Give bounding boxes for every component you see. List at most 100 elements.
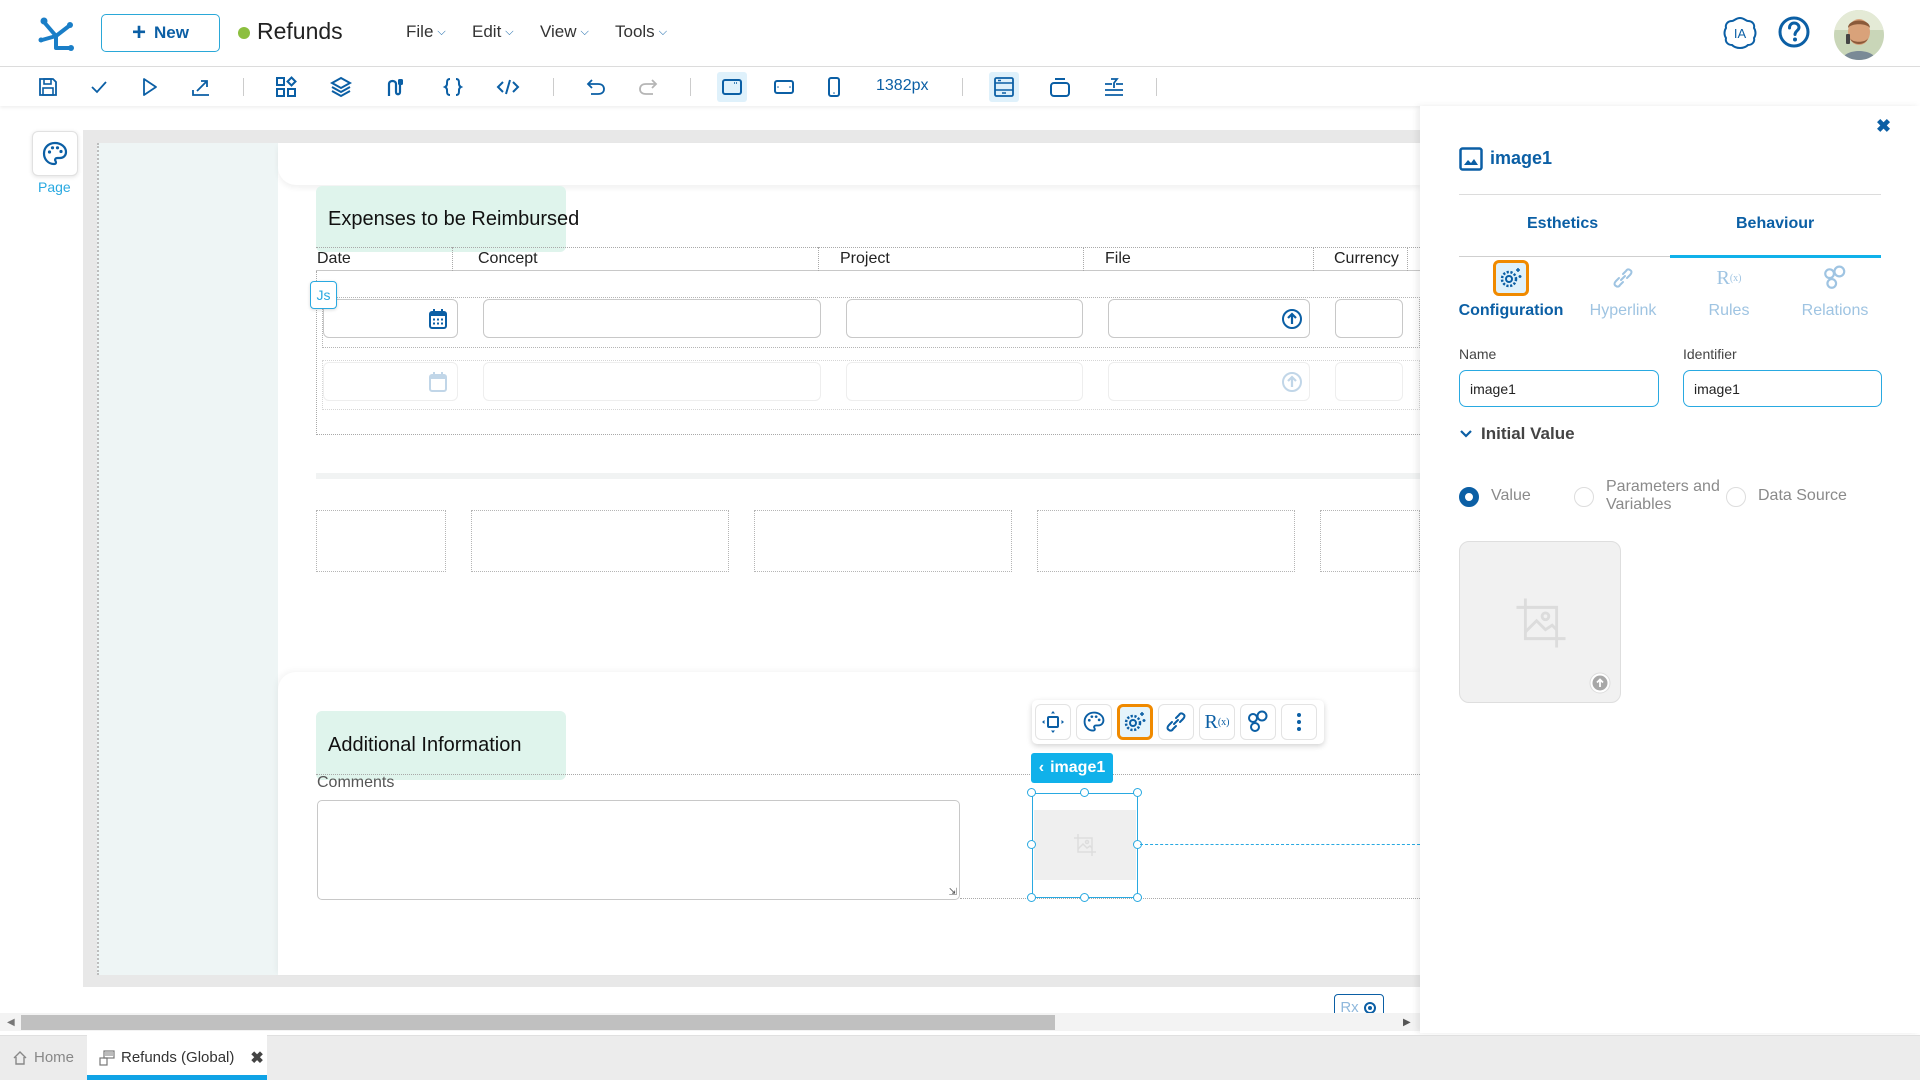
more-options-icon[interactable] bbox=[1281, 704, 1317, 740]
help-icon[interactable] bbox=[1777, 15, 1811, 49]
resize-handle[interactable] bbox=[1027, 788, 1036, 797]
configuration-icon[interactable] bbox=[1117, 704, 1153, 740]
scrollbar-thumb[interactable] bbox=[21, 1015, 1055, 1030]
play-icon[interactable] bbox=[135, 73, 163, 101]
empty-cell[interactable] bbox=[1320, 510, 1420, 572]
undo-icon[interactable] bbox=[582, 73, 610, 101]
tab-esthetics[interactable]: Esthetics bbox=[1527, 215, 1598, 233]
currency-input[interactable] bbox=[1335, 362, 1403, 401]
subtab-configuration[interactable]: Configuration bbox=[1456, 260, 1566, 320]
user-avatar[interactable] bbox=[1834, 10, 1884, 60]
tab-behaviour[interactable]: Behaviour bbox=[1736, 215, 1814, 233]
align-icon[interactable] bbox=[1100, 73, 1128, 101]
date-input[interactable] bbox=[323, 299, 458, 338]
resize-handle[interactable] bbox=[1027, 893, 1036, 902]
column-header-project[interactable]: Project bbox=[840, 250, 890, 268]
js-event-badge[interactable]: Js bbox=[310, 281, 337, 309]
export-icon[interactable] bbox=[187, 73, 215, 101]
upload-icon[interactable] bbox=[1281, 371, 1303, 393]
project-input[interactable] bbox=[846, 362, 1083, 401]
calendar-icon[interactable] bbox=[428, 308, 448, 330]
app-logo-icon[interactable] bbox=[36, 14, 76, 52]
new-button[interactable]: + New bbox=[101, 14, 220, 52]
radio-value[interactable] bbox=[1459, 487, 1479, 507]
menu-view[interactable]: View ⌵ bbox=[540, 22, 589, 42]
concept-input[interactable] bbox=[483, 299, 821, 338]
comments-textarea[interactable]: ⇲ bbox=[317, 800, 960, 900]
image-upload-dropzone[interactable] bbox=[1459, 541, 1621, 703]
code-icon[interactable] bbox=[494, 73, 522, 101]
identifier-input[interactable] bbox=[1683, 370, 1882, 407]
hyperlink-icon[interactable] bbox=[1158, 704, 1194, 740]
move-icon[interactable] bbox=[1035, 704, 1071, 740]
rules-icon[interactable]: R (x) bbox=[1199, 704, 1235, 740]
tablet-view-icon[interactable] bbox=[770, 73, 798, 101]
page-properties-button[interactable] bbox=[32, 131, 78, 176]
radio-parameters-variables[interactable] bbox=[1574, 487, 1594, 507]
relations-icon[interactable] bbox=[1240, 704, 1276, 740]
palette-icon[interactable] bbox=[1076, 704, 1112, 740]
empty-cell[interactable] bbox=[316, 510, 446, 572]
page-label: Page bbox=[38, 179, 71, 195]
scroll-right-arrow-icon[interactable]: ▶ bbox=[1403, 1017, 1411, 1028]
menu-tools[interactable]: Tools ⌵ bbox=[615, 22, 667, 42]
chevron-down-icon: ⌵ bbox=[658, 25, 668, 38]
column-header-file[interactable]: File bbox=[1105, 250, 1131, 268]
header-container[interactable] bbox=[278, 143, 1420, 185]
radio-data-source-label: Data Source bbox=[1758, 487, 1847, 504]
container-icon[interactable] bbox=[1046, 73, 1074, 101]
name-input[interactable] bbox=[1459, 370, 1659, 407]
comments-label: Comments bbox=[317, 774, 395, 791]
resize-handle[interactable] bbox=[1080, 893, 1089, 902]
close-tab-icon[interactable]: ✖ bbox=[250, 1048, 263, 1068]
rules-icon: R (x) bbox=[1716, 266, 1742, 289]
empty-cell[interactable] bbox=[1037, 510, 1295, 572]
braces-icon[interactable] bbox=[439, 73, 467, 101]
tab-home[interactable]: Home bbox=[12, 1035, 74, 1080]
selection-frame[interactable] bbox=[1032, 793, 1138, 898]
menu-edit[interactable]: Edit ⌵ bbox=[472, 22, 514, 42]
initial-value-toggle[interactable]: Initial Value bbox=[1459, 424, 1575, 444]
tab-refunds-global[interactable]: Refunds (Global) ✖ bbox=[87, 1035, 267, 1080]
radio-data-source[interactable] bbox=[1726, 487, 1746, 507]
components-icon[interactable] bbox=[272, 73, 300, 101]
empty-cell[interactable] bbox=[471, 510, 729, 572]
concept-input[interactable] bbox=[483, 362, 821, 401]
resize-handle[interactable] bbox=[1027, 840, 1036, 849]
menu-tools-label: Tools bbox=[615, 22, 655, 41]
redo-icon[interactable] bbox=[634, 73, 662, 101]
subtab-relations[interactable]: Relations bbox=[1780, 260, 1890, 320]
currency-input[interactable] bbox=[1335, 299, 1403, 338]
selected-control-tag[interactable]: ‹ image1 bbox=[1031, 753, 1113, 783]
calendar-icon[interactable] bbox=[428, 371, 448, 393]
upload-icon[interactable] bbox=[1281, 308, 1303, 330]
layers-icon[interactable] bbox=[327, 73, 355, 101]
column-header-currency[interactable]: Currency bbox=[1334, 250, 1399, 268]
file-input[interactable] bbox=[1108, 362, 1310, 401]
mobile-view-icon[interactable] bbox=[820, 73, 848, 101]
ia-assistant-icon[interactable]: IA bbox=[1722, 15, 1758, 51]
resize-handle[interactable] bbox=[1133, 788, 1142, 797]
close-icon[interactable]: ✖ bbox=[1876, 116, 1891, 137]
column-header-date[interactable]: Date bbox=[317, 250, 351, 268]
chevron-left-icon[interactable]: ‹ bbox=[1039, 759, 1044, 777]
save-icon[interactable] bbox=[34, 73, 62, 101]
resize-handle[interactable] bbox=[1080, 788, 1089, 797]
date-input[interactable] bbox=[323, 362, 458, 401]
desktop-view-icon[interactable] bbox=[717, 72, 747, 102]
project-input[interactable] bbox=[846, 299, 1083, 338]
subtab-rules[interactable]: R (x) Rules bbox=[1674, 260, 1784, 320]
connectors-icon[interactable] bbox=[382, 73, 410, 101]
file-input[interactable] bbox=[1108, 299, 1310, 338]
resize-handle[interactable] bbox=[1133, 893, 1142, 902]
menu-file[interactable]: File ⌵ bbox=[406, 22, 446, 42]
upload-icon[interactable] bbox=[1589, 672, 1611, 694]
page-layout-icon[interactable] bbox=[989, 72, 1019, 102]
subtab-hyperlink[interactable]: Hyperlink bbox=[1568, 260, 1678, 320]
column-header-concept[interactable]: Concept bbox=[478, 250, 538, 268]
empty-cell[interactable] bbox=[754, 510, 1012, 572]
scroll-left-arrow-icon[interactable]: ◀ bbox=[7, 1017, 15, 1028]
resize-handle-icon[interactable]: ⇲ bbox=[949, 887, 957, 898]
identifier-label: Identifier bbox=[1683, 346, 1737, 362]
check-icon[interactable] bbox=[85, 73, 113, 101]
